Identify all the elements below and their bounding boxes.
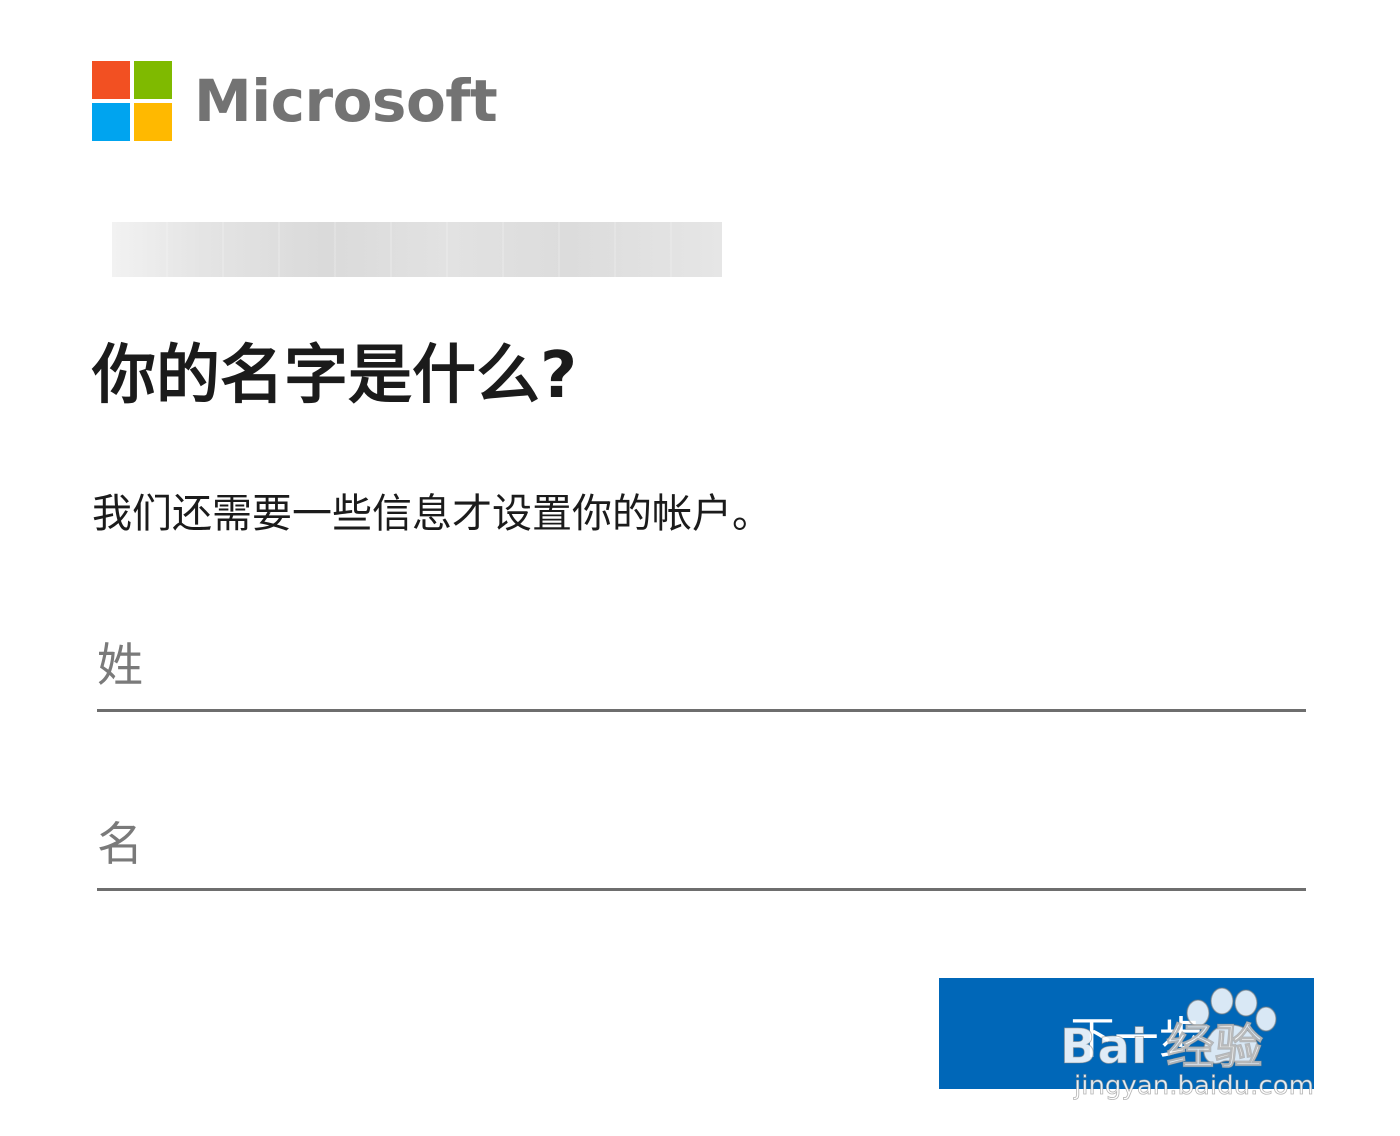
- redacted-account-email: [112, 222, 722, 277]
- microsoft-logo: Microsoft: [92, 61, 498, 141]
- logo-square-red: [92, 61, 130, 99]
- logo-square-blue: [92, 103, 130, 141]
- next-button[interactable]: 下一步: [939, 978, 1314, 1089]
- first-name-input[interactable]: [97, 799, 1306, 891]
- logo-square-yellow: [134, 103, 172, 141]
- logo-wordmark: Microsoft: [194, 67, 498, 135]
- last-name-input[interactable]: [97, 620, 1306, 712]
- page-subtitle: 我们还需要一些信息才设置你的帐户。: [92, 491, 772, 537]
- logo-square-green: [134, 61, 172, 99]
- microsoft-logo-icon: [92, 61, 172, 141]
- page-title: 你的名字是什么?: [92, 339, 578, 413]
